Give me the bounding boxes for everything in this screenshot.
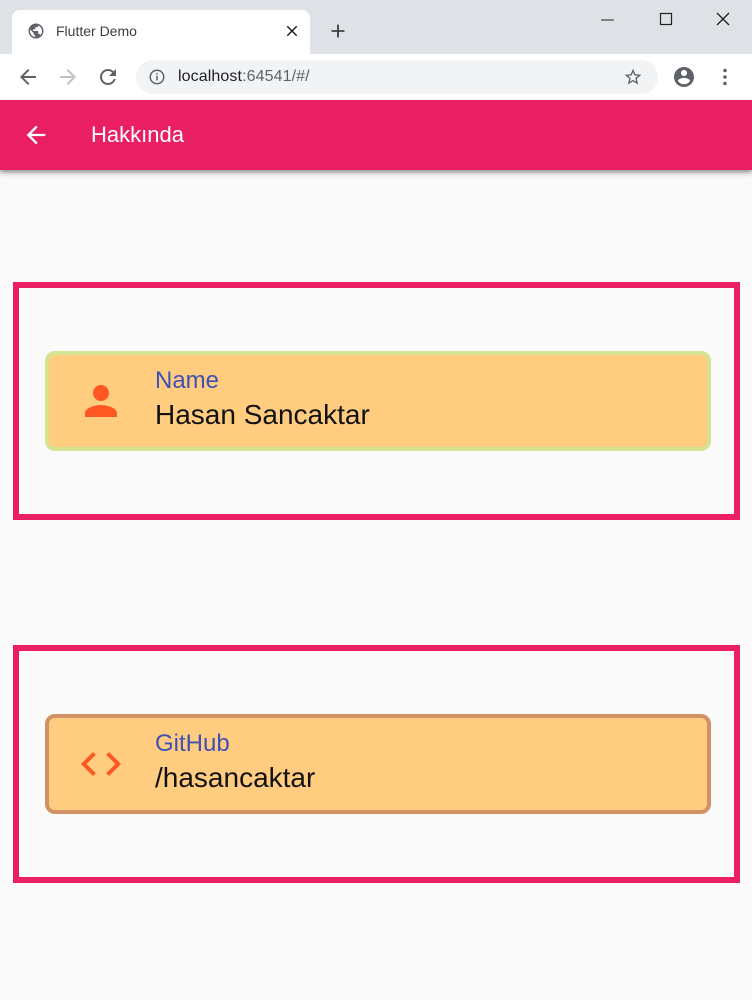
tab-title: Flutter Demo	[56, 23, 137, 39]
code-icon	[81, 752, 121, 776]
bookmark-star-icon[interactable]	[623, 67, 643, 87]
url-host: localhost	[178, 68, 243, 85]
github-value: /hasancaktar	[155, 762, 316, 793]
url-text[interactable]: localhost:64541/#/	[178, 68, 310, 86]
minimize-icon[interactable]	[596, 8, 620, 32]
profile-icon[interactable]	[672, 65, 696, 89]
page-title: Hakkında	[91, 122, 184, 147]
url-path: :64541/#/	[242, 68, 310, 85]
browser-tab[interactable]: Flutter Demo	[12, 10, 310, 54]
browser-titlebar: Flutter Demo	[0, 0, 752, 54]
name-label: Name	[155, 367, 220, 394]
forward-icon[interactable]	[56, 65, 80, 89]
close-tab-icon[interactable]	[283, 22, 301, 40]
github-label: GitHub	[155, 730, 230, 757]
window-close-icon[interactable]	[711, 8, 735, 32]
info-icon[interactable]	[148, 68, 166, 86]
maximize-icon[interactable]	[654, 8, 678, 32]
more-menu-icon[interactable]	[713, 65, 737, 89]
globe-icon	[28, 23, 44, 39]
name-value: Hasan Sancaktar	[155, 399, 370, 430]
app-bar: Hakkında	[0, 100, 752, 170]
name-card: Name Hasan Sancaktar	[13, 282, 740, 520]
github-card: GitHub /hasancaktar	[13, 645, 740, 883]
back-icon[interactable]	[16, 65, 40, 89]
reload-icon[interactable]	[96, 65, 120, 89]
github-tile[interactable]: GitHub /hasancaktar	[45, 714, 711, 814]
address-bar[interactable]: localhost:64541/#/	[136, 60, 658, 94]
name-tile[interactable]: Name Hasan Sancaktar	[45, 351, 711, 451]
new-tab-icon[interactable]	[327, 20, 349, 42]
back-arrow-icon[interactable]	[22, 121, 50, 149]
person-icon	[85, 385, 117, 417]
browser-toolbar: localhost:64541/#/	[0, 54, 752, 100]
